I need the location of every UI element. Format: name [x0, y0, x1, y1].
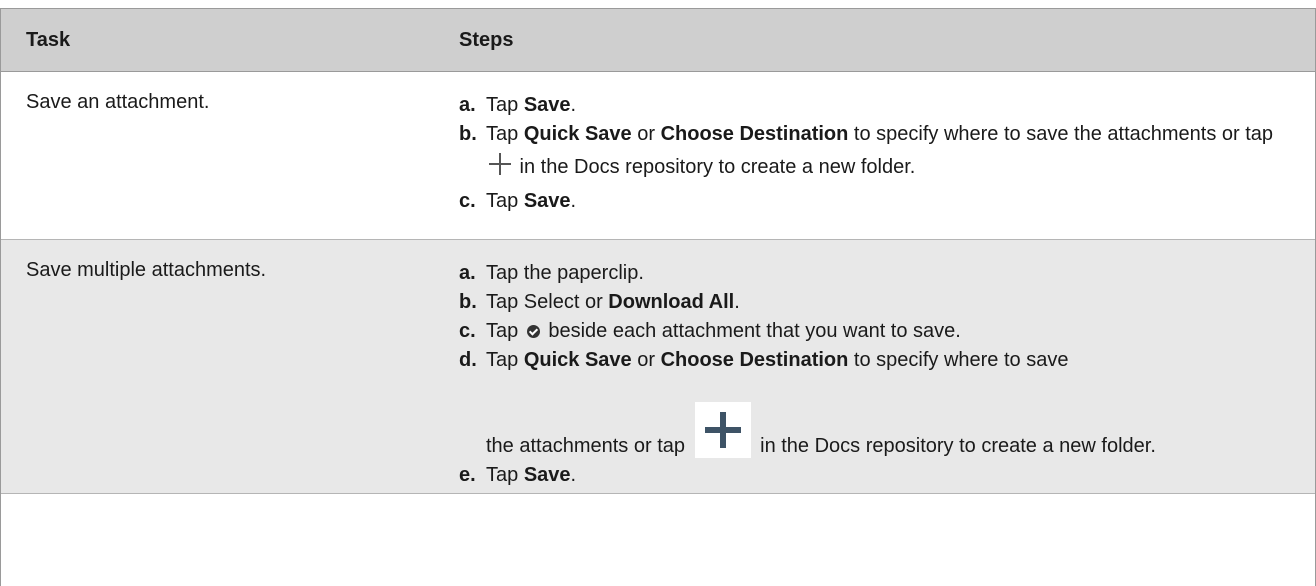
- step-letter: b.: [459, 123, 477, 145]
- header-steps: Steps: [459, 28, 514, 51]
- step-letter: b.: [459, 291, 477, 313]
- step-text: Tap the paperclip.: [486, 262, 644, 284]
- step-letter: e.: [459, 464, 476, 486]
- step-text: Tap Quick Save or Choose Destination to …: [486, 123, 1274, 178]
- table-row: Save an attachment. a. Tap Save. b. Tap …: [1, 72, 1315, 240]
- table-header: Task Steps: [1, 9, 1315, 72]
- steps-cell: a. Tap the paperclip. b. Tap Select or D…: [447, 240, 1315, 493]
- plus-icon: [488, 152, 512, 176]
- task-cell: Save an attachment.: [26, 91, 210, 113]
- step-text: Tap Save.: [486, 190, 577, 212]
- step-letter: d.: [459, 349, 477, 371]
- table-row: [1, 494, 1315, 586]
- step-item: d. Tap Quick Save or Choose Destination …: [459, 348, 1315, 458]
- step-item: a. Tap the paperclip.: [459, 261, 1315, 285]
- step-text: Tap beside each attachment that you want…: [486, 320, 961, 342]
- task-steps-table: Task Steps Save an attachment. a. Tap Sa…: [0, 8, 1316, 586]
- step-letter: a.: [459, 94, 476, 116]
- task-cell: Save multiple attachments.: [26, 259, 267, 281]
- step-item: b. Tap Select or Download All.: [459, 290, 1315, 314]
- steps-list: a. Tap Save. b. Tap Quick Save or Choose…: [459, 93, 1315, 213]
- step-letter: a.: [459, 262, 476, 284]
- steps-cell: [447, 494, 1315, 586]
- step-text: Tap Quick Save or Choose Destination to …: [486, 349, 1156, 458]
- step-letter: c.: [459, 190, 476, 212]
- steps-list: a. Tap the paperclip. b. Tap Select or D…: [459, 261, 1315, 487]
- step-item: e. Tap Save.: [459, 463, 1315, 487]
- step-item: b. Tap Quick Save or Choose Destination …: [459, 122, 1315, 184]
- step-text: Tap Save.: [486, 464, 577, 486]
- steps-cell: a. Tap Save. b. Tap Quick Save or Choose…: [447, 72, 1315, 239]
- table-row: Save multiple attachments. a. Tap the pa…: [1, 240, 1315, 494]
- check-circle-icon: [526, 325, 540, 338]
- task-cell: [1, 494, 447, 586]
- step-letter: c.: [459, 320, 476, 342]
- header-task: Task: [26, 28, 71, 51]
- step-item: a. Tap Save.: [459, 93, 1315, 117]
- step-item: c. Tap Save.: [459, 189, 1315, 213]
- step-item: c. Tap beside each attachment that you w…: [459, 319, 1315, 343]
- plus-icon: [694, 402, 751, 458]
- step-text: Tap Save.: [486, 94, 577, 116]
- step-text: Tap Select or Download All.: [486, 291, 740, 313]
